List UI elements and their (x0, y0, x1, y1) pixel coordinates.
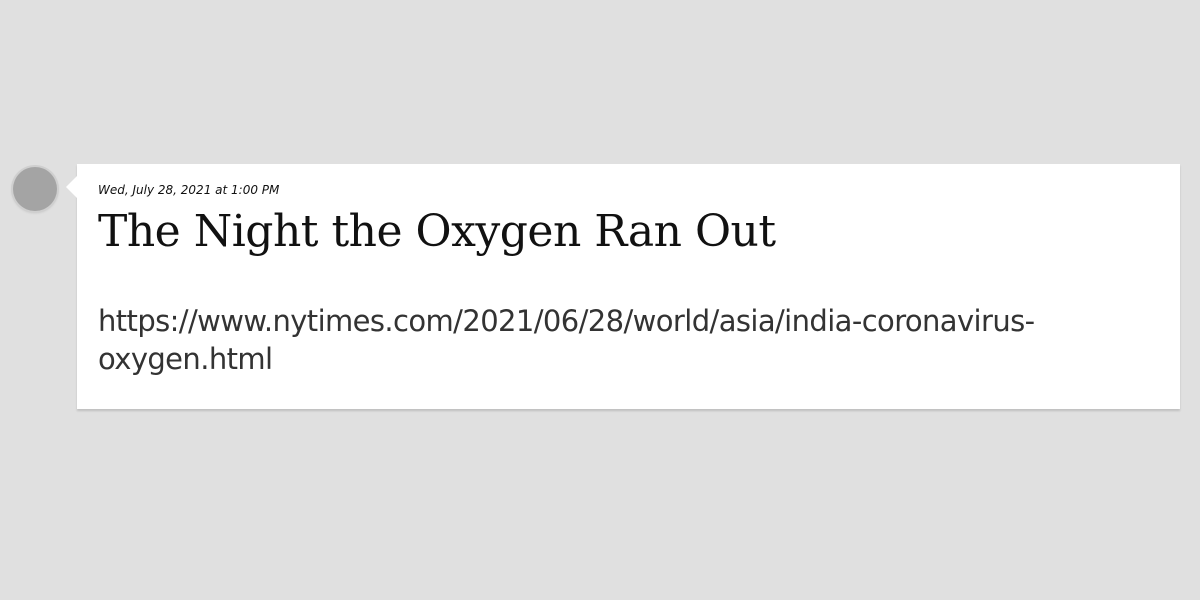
timeline-marker-dot (13, 167, 57, 211)
post-url-link[interactable]: https://www.nytimes.com/2021/06/28/world… (98, 302, 1058, 378)
card-pointer-arrow (66, 176, 77, 198)
post-url-line-1: https://www.nytimes.com/2021/06/28/world… (98, 304, 1035, 338)
post-date: Wed, July 28, 2021 at 1:00 PM (98, 183, 280, 197)
post-url-line-2: oxygen.html (98, 342, 273, 376)
timeline-post-card: Wed, July 28, 2021 at 1:00 PM The Night … (66, 164, 1180, 409)
post-title: The Night the Oxygen Ran Out (98, 206, 776, 257)
